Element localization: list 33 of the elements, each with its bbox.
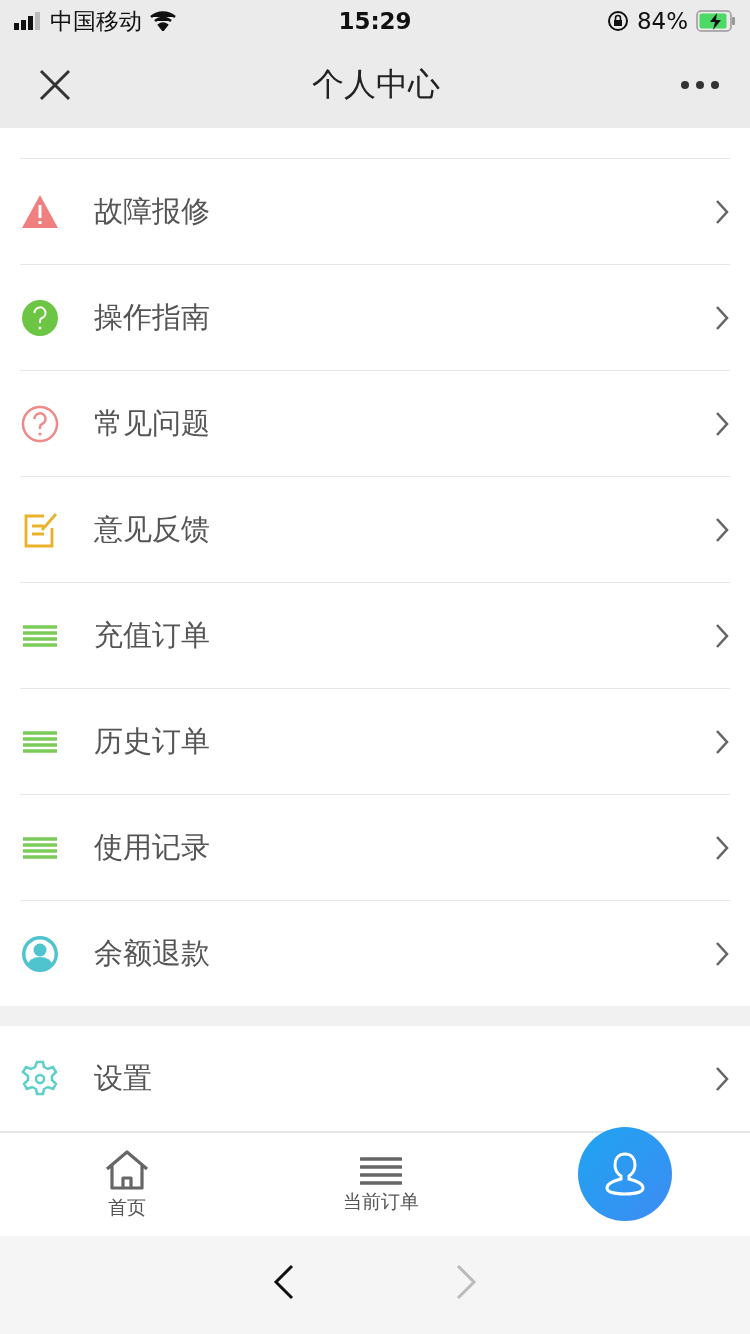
battery-icon [696,10,736,32]
chevron-right-icon [714,728,730,755]
menu-item[interactable]: 常见问题 [20,370,730,476]
tab-item[interactable]: 当前订单 [254,1133,508,1236]
page-title: 个人中心 [312,64,440,105]
back-button[interactable] [273,1264,295,1300]
home-icon [104,1148,150,1191]
chevron-right-icon [714,834,730,861]
menu-item[interactable]: 使用记录 [20,794,730,900]
chevron-right-icon [714,410,730,437]
menu-item[interactable]: 故障报修 [20,158,730,264]
clock-time: 15:29 [338,8,412,34]
battery-percent: 84% [636,8,688,34]
chevron-right-icon [714,304,730,331]
carrier-name: 中国移动 [50,6,142,36]
tab-item[interactable]: 首页 [0,1133,254,1236]
menu-item[interactable]: 充值订单 [20,582,730,688]
menu-item[interactable]: 意见反馈 [20,476,730,582]
chevron-right-icon [714,622,730,649]
signal-icon [14,12,42,30]
menu-item[interactable]: 余额退款 [20,900,730,1006]
chevron-right-icon [714,516,730,543]
wifi-icon [150,11,176,31]
user-icon [603,1150,647,1198]
chevron-right-icon [714,1065,730,1092]
rotation-lock-icon [606,10,629,32]
chevron-right-icon [714,940,730,967]
list-icon [360,1154,402,1185]
chevron-right-icon [714,198,730,225]
more-button[interactable] [680,80,720,90]
menu-item[interactable]: 操作指南 [20,264,730,370]
menu-item[interactable]: 历史订单 [20,688,730,794]
close-button[interactable] [38,68,72,102]
